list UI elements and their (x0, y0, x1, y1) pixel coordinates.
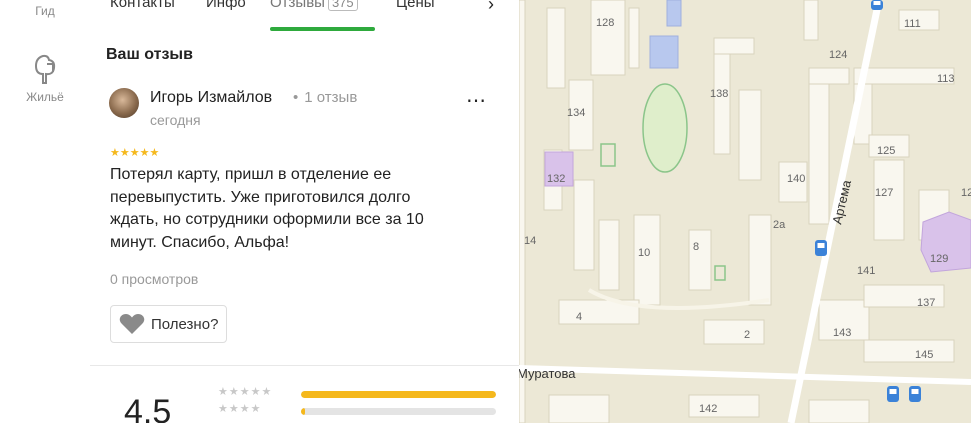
rating-row-track (301, 408, 496, 415)
tab-reviews[interactable]: Отзывы 375 (270, 0, 358, 11)
rating-row-5: ★★★★★ (218, 386, 498, 401)
divider (90, 365, 519, 366)
tabs-next-icon[interactable]: › (488, 0, 494, 15)
map-number: 138 (710, 88, 728, 100)
rating-row-stars: ★★★★★ (218, 386, 273, 398)
left-rail: Гид Жильё (0, 0, 91, 423)
map-stadium (642, 83, 688, 173)
rail-guide-label: Гид (35, 4, 55, 18)
tab-prices[interactable]: Цены (396, 0, 435, 11)
map-street-label: Муратова (519, 366, 576, 381)
map-number: 143 (833, 327, 851, 339)
bus-stop-icon[interactable] (815, 240, 827, 256)
active-tab-indicator (270, 27, 375, 31)
rail-guide[interactable]: Гид (0, 4, 90, 18)
bus-stop-icon[interactable] (909, 386, 921, 402)
map-building-blue (649, 35, 679, 69)
map-number: 4 (576, 311, 582, 323)
reviews-count-badge: 375 (327, 0, 358, 11)
housing-icon (34, 54, 56, 84)
tab-info[interactable]: Инфо (206, 0, 246, 11)
helpful-label: Полезно? (151, 315, 219, 333)
review-views: 0 просмотров (110, 271, 199, 287)
map-number: 12 (961, 187, 971, 199)
map-number: 140 (787, 173, 805, 185)
review-stars: ★★★★★ (110, 147, 160, 159)
map-number: 111 (904, 18, 921, 30)
section-title: Ваш отзыв (106, 46, 193, 63)
rail-housing-label: Жильё (26, 90, 64, 104)
map-number: 127 (875, 187, 893, 199)
tab-contacts[interactable]: Контакты (110, 0, 175, 11)
map-number: 2 (744, 329, 750, 341)
tab-bar: Контакты Инфо Отзывы 375 Цены › (90, 0, 519, 32)
map-number: 141 (857, 265, 875, 277)
rating-row-track (301, 391, 496, 398)
map-number: 145 (915, 349, 933, 361)
review-date: сегодня (150, 112, 201, 128)
bus-stop-icon[interactable] (887, 386, 899, 402)
meta-dot-icon: • (293, 89, 299, 106)
review-author-meta: • 1 отзыв (293, 89, 357, 106)
rating-row-stars: ★★★★ (218, 403, 262, 415)
map-number: 128 (596, 17, 614, 29)
map[interactable]: Муратова Артема 128 111 124 113 138 134 … (519, 0, 971, 423)
review-text: Потерял карту, пришл в отделение ее пере… (110, 166, 424, 251)
map-number: 132 (547, 173, 565, 185)
map-number: 10 (638, 247, 650, 259)
rating-row-fill (301, 408, 305, 415)
map-number: 124 (829, 49, 847, 61)
map-number: 113 (937, 73, 955, 85)
map-number: 134 (567, 107, 585, 119)
rating-row-fill (301, 391, 496, 398)
author-review-count: 1 отзыв (304, 89, 358, 106)
org-panel: Контакты Инфо Отзывы 375 Цены › Ваш отзыв… (90, 0, 519, 423)
map-number: 14 (524, 235, 536, 247)
helpful-button[interactable]: Полезно? (110, 305, 228, 343)
map-number: 137 (917, 297, 935, 309)
rating-average: 4.5 (124, 393, 172, 423)
map-number: 129 (930, 253, 948, 265)
rating-row-4: ★★★★ (218, 403, 498, 418)
bus-stop-icon[interactable] (871, 0, 883, 10)
map-number: 142 (699, 403, 717, 415)
avatar[interactable] (109, 88, 139, 118)
review-author-name[interactable]: Игорь Измайлов (150, 89, 272, 107)
map-number: 8 (693, 241, 699, 253)
heart-icon (119, 314, 145, 334)
rail-housing[interactable]: Жильё (0, 52, 90, 104)
more-options-button[interactable]: ⋯ (466, 88, 487, 113)
map-number: 125 (877, 145, 895, 157)
map-number: 2а (773, 219, 786, 231)
map-building-blue-small (666, 0, 682, 27)
